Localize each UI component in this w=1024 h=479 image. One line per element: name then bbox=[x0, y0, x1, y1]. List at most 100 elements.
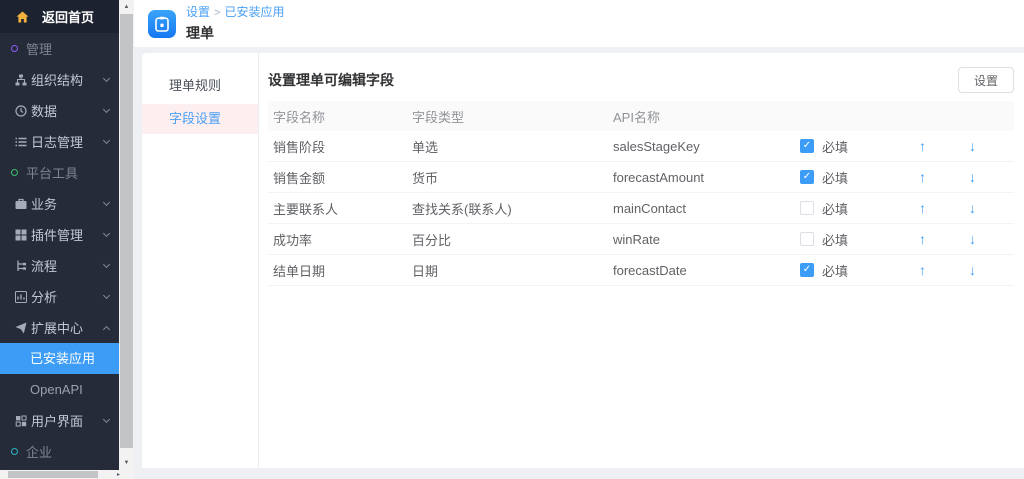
move-down-button[interactable]: ↓ bbox=[969, 262, 976, 278]
sidebar-item-org-structure[interactable]: 组织结构 bbox=[0, 64, 119, 95]
breadcrumb: 设置 > 已安装应用 bbox=[186, 5, 284, 20]
tab-field-settings[interactable]: 字段设置 bbox=[142, 104, 258, 134]
move-down-button[interactable]: ↓ bbox=[969, 200, 976, 216]
sidebar-group-label: 管理 bbox=[26, 39, 52, 58]
required-cell: ✓必填 bbox=[795, 168, 900, 187]
move-down-button[interactable]: ↓ bbox=[969, 169, 976, 185]
sidebar-subitem-installed-apps[interactable]: 已安装应用 bbox=[0, 343, 119, 374]
circle-icon bbox=[11, 448, 18, 455]
sidebar-item-data[interactable]: 数据 bbox=[0, 95, 119, 126]
field-name-cell: 成功率 bbox=[268, 230, 407, 249]
move-up-button[interactable]: ↑ bbox=[919, 262, 926, 278]
fields-table: 字段名称 字段类型 API名称 销售阶段单选salesStageKey✓必填↑↓… bbox=[268, 101, 1014, 286]
back-home-label: 返回首页 bbox=[42, 7, 94, 26]
field-type-cell: 货币 bbox=[407, 168, 608, 187]
field-type-cell: 日期 bbox=[407, 261, 608, 280]
move-up-cell: ↑ bbox=[900, 262, 945, 278]
settings-tabs-panel: 理单规则 字段设置 bbox=[142, 53, 259, 468]
move-up-cell: ↑ bbox=[900, 138, 945, 154]
sidebar-item-user-interface[interactable]: 用户界面 bbox=[0, 405, 119, 436]
circle-icon bbox=[11, 169, 18, 176]
sidebar-group-platform-tools[interactable]: 平台工具 bbox=[0, 157, 119, 188]
table-row: 销售阶段单选salesStageKey✓必填↑↓ bbox=[268, 131, 1014, 162]
sidebar: 返回首页 管理组织结构数据日志管理平台工具业务插件管理流程分析扩展中心已安装应用… bbox=[0, 0, 119, 470]
sidebar-item-label: 扩展中心 bbox=[31, 318, 104, 337]
sidebar-item-label: 业务 bbox=[31, 194, 104, 213]
horizontal-scrollbar[interactable]: ▸ bbox=[0, 470, 134, 479]
sidebar-group-enterprise[interactable]: 企业 bbox=[0, 436, 119, 467]
sidebar-item-extension-center[interactable]: 扩展中心 bbox=[0, 312, 119, 343]
tab-order-rules[interactable]: 理单规则 bbox=[142, 71, 258, 101]
required-label: 必填 bbox=[822, 230, 848, 249]
field-name-cell: 结单日期 bbox=[268, 261, 407, 280]
move-down-button[interactable]: ↓ bbox=[969, 138, 976, 154]
move-up-button[interactable]: ↑ bbox=[919, 138, 926, 154]
move-down-cell: ↓ bbox=[945, 262, 1000, 278]
scroll-right-arrow-icon[interactable]: ▸ bbox=[117, 470, 120, 479]
header: 设置>已安装应用 理单 bbox=[134, 0, 1024, 48]
field-name-cell: 主要联系人 bbox=[268, 199, 407, 218]
section-title: 设置理单可编辑字段 bbox=[268, 70, 394, 90]
required-checkbox[interactable] bbox=[800, 232, 814, 246]
table-body: 销售阶段单选salesStageKey✓必填↑↓销售金额货币forecastAm… bbox=[268, 131, 1014, 286]
scroll-up-arrow-icon[interactable]: ▲ bbox=[119, 0, 134, 14]
sidebar-item-plugin-management[interactable]: 插件管理 bbox=[0, 219, 119, 250]
sidebar-group-management[interactable]: 管理 bbox=[0, 33, 119, 64]
sidebar-group-label: 企业 bbox=[26, 442, 52, 461]
required-checkbox[interactable]: ✓ bbox=[800, 263, 814, 277]
horizontal-scrollbar-thumb[interactable] bbox=[8, 471, 98, 478]
extension-icon bbox=[15, 322, 27, 334]
settings-button[interactable]: 设置 bbox=[958, 67, 1014, 93]
breadcrumb-link-installed-apps[interactable]: 已安装应用 bbox=[224, 5, 284, 19]
column-header-field-name: 字段名称 bbox=[268, 107, 407, 126]
ui-icon bbox=[15, 415, 27, 427]
api-name-cell: winRate bbox=[608, 232, 795, 247]
content-card: 理单规则 字段设置 设置理单可编辑字段 设置 字段名称 字段类型 API名称 销… bbox=[142, 53, 1024, 468]
chevron-down-icon bbox=[103, 261, 110, 268]
clipboard-icon bbox=[155, 16, 169, 32]
sidebar-item-label: 日志管理 bbox=[31, 132, 104, 151]
chevron-down-icon bbox=[103, 137, 110, 144]
move-up-button[interactable]: ↑ bbox=[919, 231, 926, 247]
vertical-scrollbar[interactable]: ▲ ▼ bbox=[119, 0, 134, 470]
header-text: 设置>已安装应用 理单 bbox=[186, 5, 284, 43]
field-type-cell: 单选 bbox=[407, 137, 608, 156]
move-down-cell: ↓ bbox=[945, 138, 1000, 154]
required-cell: 必填 bbox=[795, 199, 900, 218]
sidebar-subitem-openapi[interactable]: OpenAPI bbox=[0, 374, 119, 405]
briefcase-icon bbox=[15, 198, 27, 210]
api-name-cell: salesStageKey bbox=[608, 139, 795, 154]
required-checkbox[interactable]: ✓ bbox=[800, 139, 814, 153]
vertical-scrollbar-thumb[interactable] bbox=[120, 14, 133, 448]
required-checkbox[interactable] bbox=[800, 201, 814, 215]
scroll-down-arrow-icon[interactable]: ▼ bbox=[119, 456, 134, 470]
sidebar-item-label: 数据 bbox=[31, 101, 104, 120]
sidebar-item-workflow[interactable]: 流程 bbox=[0, 250, 119, 281]
chevron-down-icon bbox=[103, 199, 110, 206]
move-up-button[interactable]: ↑ bbox=[919, 169, 926, 185]
move-up-button[interactable]: ↑ bbox=[919, 200, 926, 216]
table-row: 销售金额货币forecastAmount✓必填↑↓ bbox=[268, 162, 1014, 193]
sidebar-item-analytics[interactable]: 分析 bbox=[0, 281, 119, 312]
app-icon bbox=[148, 10, 176, 38]
table-header-row: 字段名称 字段类型 API名称 bbox=[268, 101, 1014, 131]
chevron-down-icon bbox=[103, 75, 110, 82]
move-down-button[interactable]: ↓ bbox=[969, 231, 976, 247]
required-checkbox[interactable]: ✓ bbox=[800, 170, 814, 184]
move-down-cell: ↓ bbox=[945, 231, 1000, 247]
sidebar-item-back-home[interactable]: 返回首页 bbox=[0, 0, 119, 33]
move-up-cell: ↑ bbox=[900, 231, 945, 247]
column-header-api-name: API名称 bbox=[608, 107, 795, 126]
clock-icon bbox=[15, 105, 27, 117]
sidebar-nav: 管理组织结构数据日志管理平台工具业务插件管理流程分析扩展中心已安装应用OpenA… bbox=[0, 33, 119, 467]
breadcrumb-link-settings[interactable]: 设置 bbox=[186, 5, 210, 19]
sidebar-group-label: 平台工具 bbox=[26, 163, 78, 182]
sidebar-item-log-management[interactable]: 日志管理 bbox=[0, 126, 119, 157]
sidebar-item-label: 流程 bbox=[31, 256, 104, 275]
column-header-field-type: 字段类型 bbox=[407, 107, 608, 126]
chevron-up-icon bbox=[103, 325, 110, 332]
chart-icon bbox=[15, 291, 27, 303]
breadcrumb-separator: > bbox=[214, 7, 220, 19]
required-label: 必填 bbox=[822, 199, 848, 218]
sidebar-item-business[interactable]: 业务 bbox=[0, 188, 119, 219]
